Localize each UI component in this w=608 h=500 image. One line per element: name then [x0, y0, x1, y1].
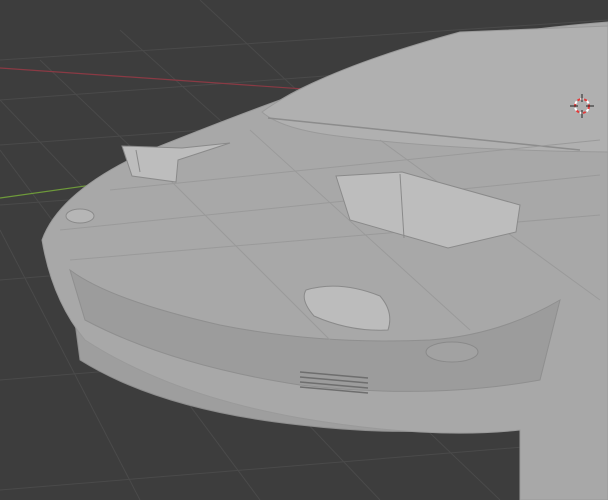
car-mesh[interactable] — [41, 21, 608, 500]
side-marker-lamp — [65, 208, 95, 224]
viewport-canvas[interactable] — [0, 0, 608, 500]
fog-light — [425, 341, 479, 363]
3d-viewport[interactable] — [0, 0, 608, 500]
